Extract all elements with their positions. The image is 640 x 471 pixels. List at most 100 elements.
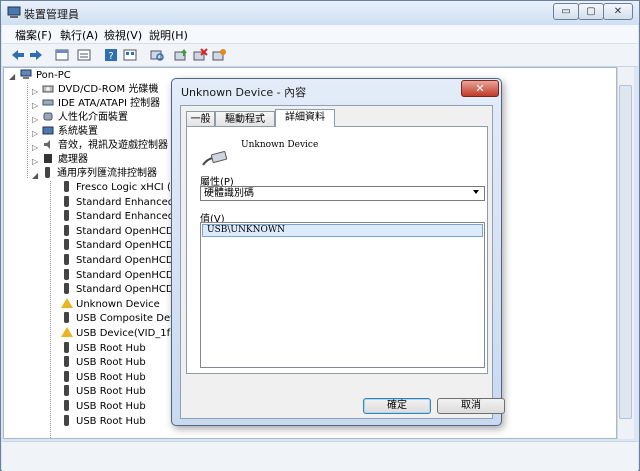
usb-connector-icon xyxy=(64,239,69,251)
title-bar[interactable]: 裝置管理員 ▭ ▢ ✕ xyxy=(1,1,639,25)
ide-controller-icon xyxy=(42,99,54,106)
menu-action[interactable]: 執行(A) xyxy=(60,27,98,43)
forward-icon[interactable] xyxy=(28,47,44,63)
menu-view[interactable]: 檢視(V) xyxy=(104,27,142,43)
usb-device-label: Standard OpenHCD U xyxy=(76,255,185,266)
disable-icon[interactable] xyxy=(211,47,227,63)
collapse-icon[interactable]: ◢ xyxy=(9,72,18,81)
tab-driver[interactable]: 驅動程式 xyxy=(215,111,275,127)
usb-device-label: Standard Enhanced P xyxy=(76,211,184,223)
usb-connector-icon xyxy=(64,283,69,295)
tab-details[interactable]: 詳細資料 xyxy=(275,109,335,127)
category-dvd[interactable]: DVD/CD-ROM 光碟機 xyxy=(42,83,158,97)
uninstall-icon[interactable] xyxy=(192,47,208,63)
close-button[interactable]: ✕ xyxy=(603,3,633,20)
device-manager-icon xyxy=(7,6,21,18)
category-hid[interactable]: 人性化介面裝置 xyxy=(42,111,128,125)
usb-device-item[interactable]: Standard Enhanced P xyxy=(60,195,183,210)
tree-root[interactable]: Pon-PC xyxy=(20,69,71,83)
menu-bar: 檔案(F) 執行(A) 檢視(V) 說明(H) xyxy=(2,25,638,44)
expand-icon[interactable]: ▷ xyxy=(32,129,41,138)
menu-file[interactable]: 檔案(F) xyxy=(15,27,52,43)
usb-connector-icon xyxy=(64,400,69,411)
expand-icon[interactable]: ▷ xyxy=(32,115,41,124)
scan-icon[interactable] xyxy=(149,47,165,63)
usb-device-item[interactable]: USB Device(VID_1f3a_ xyxy=(60,327,188,341)
toolbar: ? xyxy=(2,44,638,67)
usb-cable-icon xyxy=(202,151,228,166)
tab-general[interactable]: 一般 xyxy=(186,111,215,127)
usb-connector-icon xyxy=(64,210,69,222)
usb-device-item[interactable]: USB Root Hub xyxy=(60,414,146,429)
usb-connector-icon xyxy=(64,254,69,265)
category-system[interactable]: 系統裝置 xyxy=(42,125,98,139)
collapse-icon[interactable]: ◢ xyxy=(32,171,41,180)
usb-device-item[interactable]: Standard OpenHCD U xyxy=(60,268,184,283)
value-list[interactable] xyxy=(200,222,485,368)
category-usb[interactable]: 通用序列匯流排控制器 xyxy=(42,167,157,181)
usb-device-item[interactable]: USB Root Hub xyxy=(60,385,146,399)
category-ide[interactable]: IDE ATA/ATAPI 控制器 xyxy=(42,97,160,111)
back-icon[interactable] xyxy=(10,47,26,63)
usb-device-item[interactable]: USB Root Hub xyxy=(60,341,146,356)
properties-dialog: Unknown Device - 內容 ✕ 一般 驅動程式 Unknown De… xyxy=(171,78,505,426)
usb-connector-icon xyxy=(64,181,69,192)
status-bar xyxy=(2,441,638,471)
usb-device-item[interactable]: Unknown Device xyxy=(60,297,160,312)
svg-text:?: ? xyxy=(108,51,113,62)
menu-help[interactable]: 說明(H) xyxy=(149,27,188,43)
usb-connector-icon xyxy=(64,414,69,426)
usb-connector-icon xyxy=(64,312,69,324)
usb-device-item[interactable]: Standard Enhanced P xyxy=(60,210,183,224)
dialog-body: 一般 驅動程式 Unknown Device 屬性(P) 硬體識別碼 值(V) … xyxy=(180,105,505,419)
tree-guide xyxy=(50,181,51,438)
category-processor[interactable]: 處理器 xyxy=(42,153,88,167)
computer-icon xyxy=(20,69,32,79)
window-title: 裝置管理員 xyxy=(24,8,79,21)
minimize-button[interactable]: ▭ xyxy=(553,3,579,20)
usb-device-label: USB Root Hub xyxy=(76,386,146,398)
expand-icon[interactable]: ▷ xyxy=(32,143,41,152)
usb-device-label: Fresco Logic xHCI (US xyxy=(76,182,185,193)
ok-button[interactable]: 確定 xyxy=(363,398,431,414)
hid-icon xyxy=(43,112,53,121)
details-tab-page: Unknown Device 屬性(P) 硬體識別碼 值(V) USB\UNKN… xyxy=(186,126,488,374)
cancel-button[interactable]: 取消 xyxy=(437,398,505,414)
system-device-icon xyxy=(42,126,54,135)
usb-device-item[interactable]: Fresco Logic xHCI (US xyxy=(60,181,185,195)
usb-device-label: USB Root Hub xyxy=(76,342,146,354)
device-name: Unknown Device xyxy=(241,140,319,150)
properties-icon[interactable] xyxy=(54,47,70,63)
category-audio[interactable]: 音效，視訊及遊戲控制器 xyxy=(42,139,168,153)
expand-icon[interactable]: ▷ xyxy=(32,101,41,110)
chevron-down-icon[interactable] xyxy=(473,190,479,194)
console-icon[interactable] xyxy=(76,47,92,63)
usb-device-item[interactable]: USB Root Hub xyxy=(60,370,146,385)
maximize-button[interactable]: ▢ xyxy=(578,3,604,20)
usb-connector-icon xyxy=(64,370,69,382)
expand-icon[interactable]: ▷ xyxy=(32,87,41,96)
usb-device-label: USB Root Hub xyxy=(76,357,146,369)
dialog-close-button[interactable]: ✕ xyxy=(461,80,499,97)
usb-device-item[interactable]: Standard OpenHCD U xyxy=(60,224,184,239)
usb-device-label: USB Root Hub xyxy=(76,371,146,383)
usb-device-item[interactable]: Standard OpenHCD U xyxy=(60,283,184,297)
update-driver-icon[interactable] xyxy=(173,47,189,63)
help-icon[interactable]: ? xyxy=(103,47,119,63)
usb-connector-icon xyxy=(64,356,69,368)
category-label: DVD/CD-ROM 光碟機 xyxy=(58,84,159,95)
warning-icon xyxy=(61,297,73,308)
dialog-title: Unknown Device - 內容 xyxy=(181,86,307,99)
usb-device-item[interactable]: USB Root Hub xyxy=(60,356,146,370)
usb-device-label: USB Root Hub xyxy=(76,401,146,412)
usb-device-item[interactable]: Standard OpenHCD U xyxy=(60,254,184,268)
property-select[interactable]: 硬體識別碼 xyxy=(200,186,485,201)
scrollbar-thumb[interactable] xyxy=(619,85,632,419)
root-label: Pon-PC xyxy=(36,70,71,81)
usb-device-item[interactable]: Standard OpenHCD U xyxy=(60,239,184,253)
expand-icon[interactable]: ▷ xyxy=(32,157,41,166)
usb-device-item[interactable]: USB Root Hub xyxy=(60,400,146,414)
view-icon[interactable] xyxy=(122,47,138,63)
value-list-item[interactable]: USB\UNKNOWN xyxy=(202,224,483,237)
tree-guide xyxy=(27,83,28,178)
